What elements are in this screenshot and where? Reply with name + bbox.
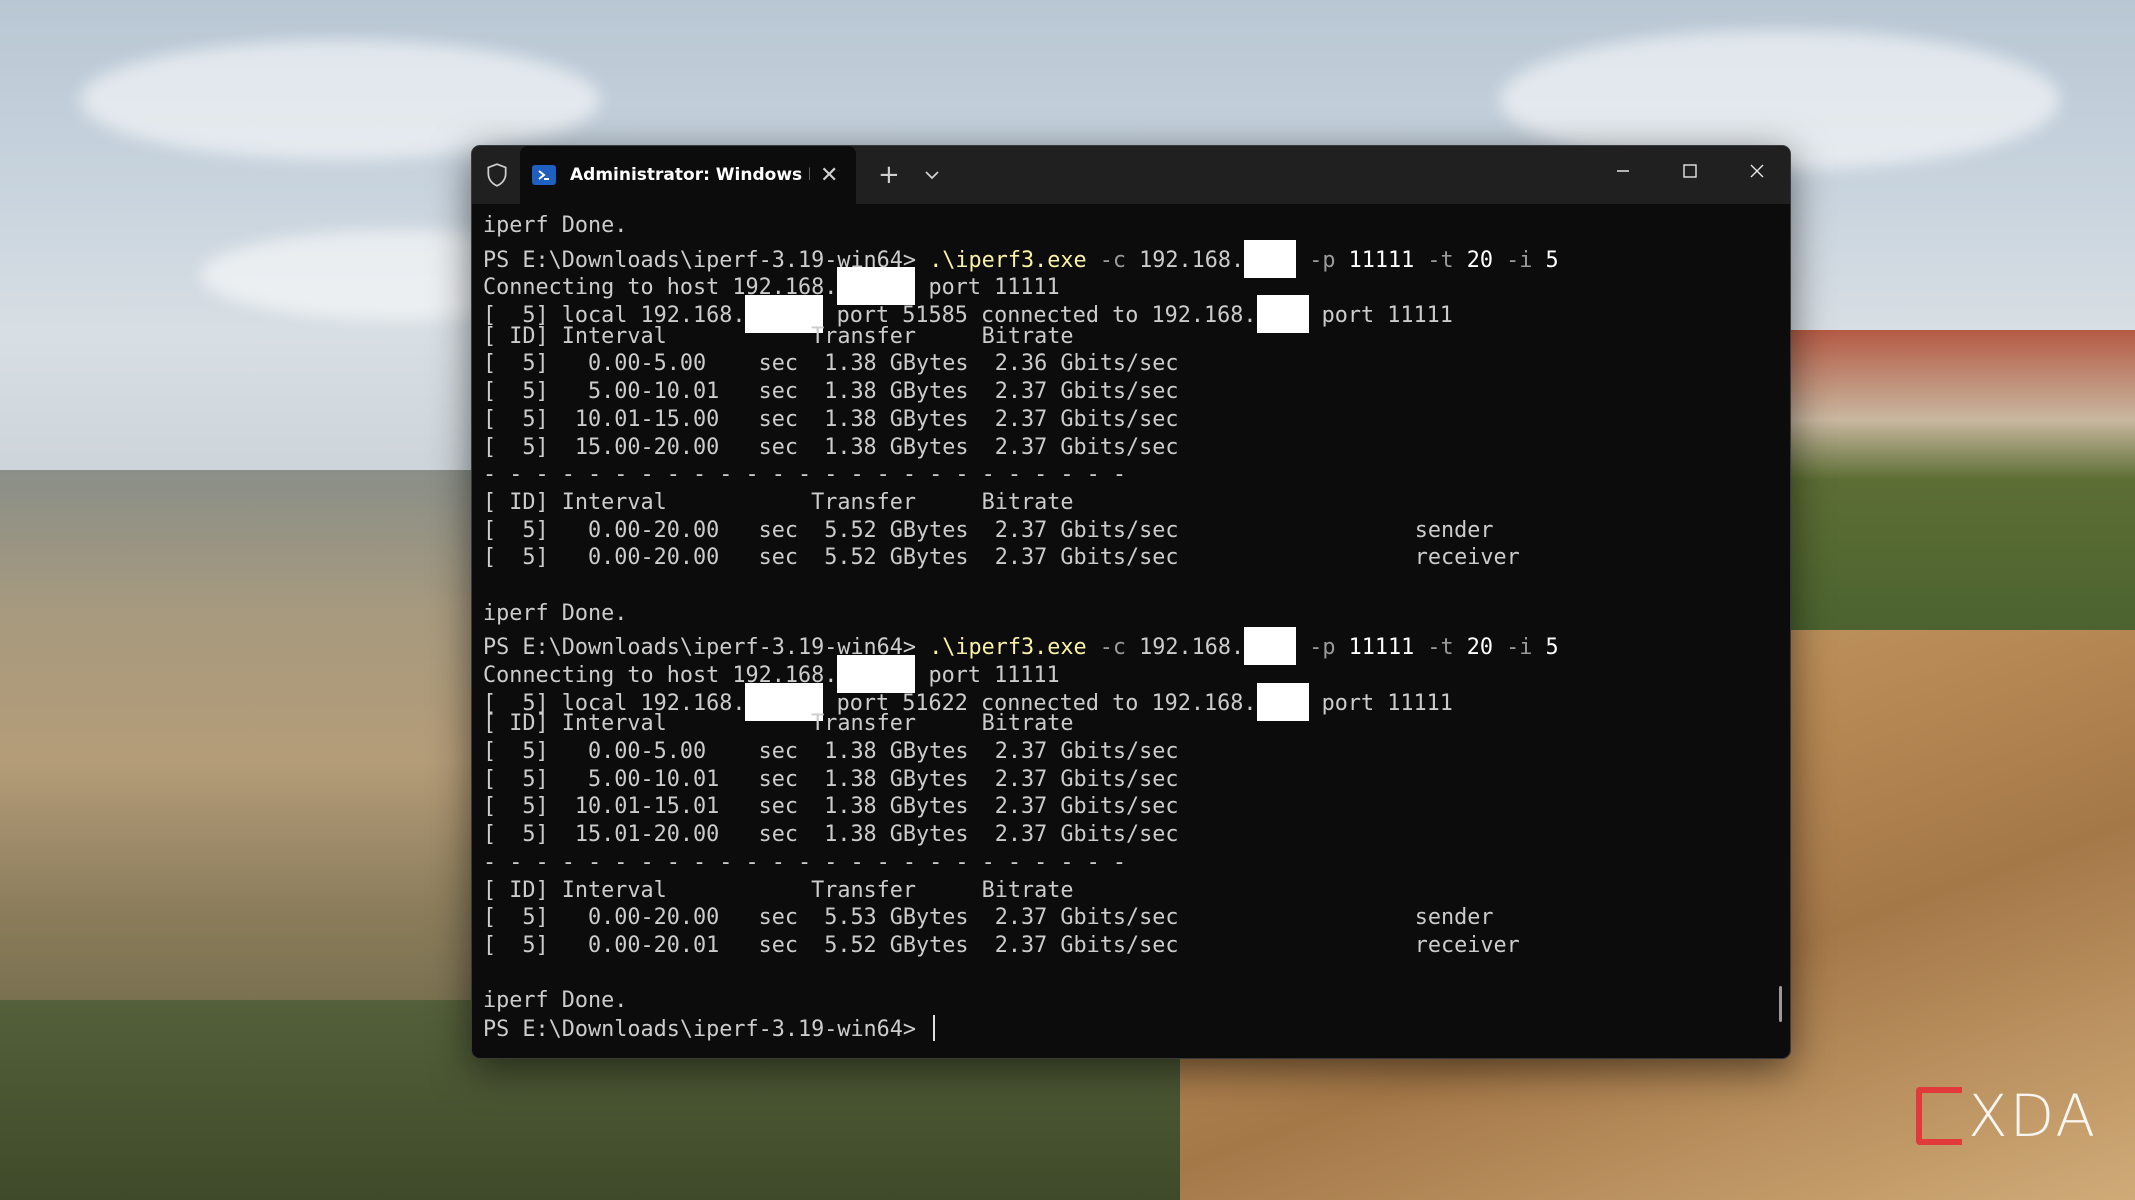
terminal-text: [ 5] 10.01-15.01 sec 1.38 GBytes 2.37 Gb… <box>483 794 1179 820</box>
terminal-line: [ 5] 15.01-20.00 sec 1.38 GBytes 2.37 Gb… <box>483 821 1770 849</box>
terminal-text: -c <box>1086 635 1140 661</box>
chevron-down-icon[interactable] <box>924 170 940 180</box>
terminal-line: [ 5] 0.00-20.00 sec 5.53 GBytes 2.37 Gbi… <box>483 904 1770 932</box>
minimize-button[interactable] <box>1589 146 1656 196</box>
terminal-text: -t <box>1414 247 1467 273</box>
terminal-text: -p <box>1296 247 1349 273</box>
terminal-text: -i <box>1493 635 1546 661</box>
terminal-text: 20 <box>1466 635 1494 661</box>
terminal-line: [ 5] 0.00-5.00 sec 1.38 GBytes 2.36 Gbit… <box>483 350 1770 378</box>
xda-watermark: XDA <box>1915 1082 2097 1150</box>
terminal-text: 192.168. <box>1139 247 1245 273</box>
terminal-text: [ 5] 15.01-20.00 sec 1.38 GBytes 2.37 Gb… <box>483 822 1179 848</box>
terminal-text: iperf Done. <box>483 988 628 1014</box>
redacted-ip-block <box>1256 682 1309 721</box>
terminal-text: [ 5] 0.00-20.01 sec 5.52 GBytes 2.37 Gbi… <box>483 932 1520 958</box>
terminal-line: iperf Done. <box>483 987 1770 1015</box>
terminal-line: [ 5] 0.00-20.00 sec 5.52 GBytes 2.37 Gbi… <box>483 544 1770 572</box>
terminal-text: [ 5] 15.00-20.00 sec 1.38 GBytes 2.37 Gb… <box>483 434 1179 460</box>
terminal-text: 11111 <box>1348 247 1415 273</box>
terminal-line: iperf Done. <box>483 212 1770 240</box>
tab-title: Administrator: Windows Powe <box>570 165 810 185</box>
close-icon <box>1750 164 1763 178</box>
terminal-line: PS E:\Downloads\iperf-3.19-win64> <box>483 1014 1770 1043</box>
terminal-line: [ 5] local 192.168. port 51585 connected… <box>483 295 1770 334</box>
close-window-button[interactable] <box>1723 146 1790 196</box>
terminal-text: -p <box>1296 635 1349 661</box>
terminal-line: [ ID] Interval Transfer Bitrate <box>483 489 1770 517</box>
tab-powershell[interactable]: Administrator: Windows Powe ✕ <box>520 146 856 204</box>
terminal-line: PS E:\Downloads\iperf-3.19-win64> .\iper… <box>483 627 1770 666</box>
terminal-window: Administrator: Windows Powe ✕ + iperf Do… <box>471 145 1791 1059</box>
terminal-text: [ ID] Interval Transfer Bitrate <box>483 877 1074 903</box>
terminal-text: [ ID] Interval Transfer Bitrate <box>483 323 1074 349</box>
terminal-line: [ 5] 10.01-15.00 sec 1.38 GBytes 2.37 Gb… <box>483 406 1770 434</box>
wallpaper-village <box>1790 330 2135 630</box>
redacted-ip-block <box>1244 239 1297 278</box>
terminal-line: [ 5] 10.01-15.01 sec 1.38 GBytes 2.37 Gb… <box>483 793 1770 821</box>
terminal-line: - - - - - - - - - - - - - - - - - - - - … <box>483 849 1770 877</box>
title-bar[interactable]: Administrator: Windows Powe ✕ + <box>472 146 1790 204</box>
xda-watermark-text: XDA <box>1967 1082 2097 1150</box>
terminal-text: -c <box>1086 247 1140 273</box>
terminal-text: [ 5] 0.00-20.00 sec 5.52 GBytes 2.37 Gbi… <box>483 517 1494 543</box>
terminal-line: PS E:\Downloads\iperf-3.19-win64> .\iper… <box>483 239 1770 278</box>
terminal-text: [ ID] Interval Transfer Bitrate <box>483 711 1074 737</box>
terminal-line: [ 5] local 192.168. port 51622 connected… <box>483 682 1770 721</box>
terminal-line: iperf Done. <box>483 600 1770 628</box>
redacted-ip-block <box>1256 295 1309 334</box>
terminal-text: -t <box>1414 635 1467 661</box>
xda-logo-icon <box>1915 1087 1962 1145</box>
terminal-text: 192.168. <box>1139 635 1245 661</box>
terminal-text: [ 5] 10.01-15.00 sec 1.38 GBytes 2.37 Gb… <box>483 406 1179 432</box>
terminal-text: - - - - - - - - - - - - - - - - - - - - … <box>483 849 1127 875</box>
terminal-text: port 11111 <box>1308 303 1453 329</box>
terminal-line: [ 5] 0.00-20.00 sec 5.52 GBytes 2.37 Gbi… <box>483 517 1770 545</box>
terminal-text: [ 5] 0.00-20.00 sec 5.53 GBytes 2.37 Gbi… <box>483 905 1494 931</box>
terminal-text: 11111 <box>1348 635 1415 661</box>
terminal-line: [ ID] Interval Transfer Bitrate <box>483 877 1770 905</box>
terminal-text: [ 5] 5.00-10.01 sec 1.38 GBytes 2.37 Gbi… <box>483 766 1179 792</box>
terminal-output[interactable]: iperf Done. PS E:\Downloads\iperf-3.19-wi… <box>483 212 1770 1052</box>
terminal-line: [ 5] 0.00-20.01 sec 5.52 GBytes 2.37 Gbi… <box>483 932 1770 960</box>
tab-close-button[interactable]: ✕ <box>820 163 838 188</box>
window-controls <box>1589 146 1790 204</box>
terminal-line: - - - - - - - - - - - - - - - - - - - - … <box>483 461 1770 489</box>
maximize-button[interactable] <box>1656 146 1723 196</box>
terminal-text: [ 5] 0.00-5.00 sec 1.38 GBytes 2.36 Gbit… <box>483 351 1179 377</box>
terminal-text: [ 5] 0.00-5.00 sec 1.38 GBytes 2.37 Gbit… <box>483 739 1179 765</box>
terminal-text: port 11111 <box>1308 690 1453 716</box>
terminal-line: [ 5] 15.00-20.00 sec 1.38 GBytes 2.37 Gb… <box>483 434 1770 462</box>
terminal-line: [ 5] 5.00-10.01 sec 1.38 GBytes 2.37 Gbi… <box>483 378 1770 406</box>
shield-icon <box>487 163 507 187</box>
minimize-icon <box>1616 170 1629 172</box>
terminal-line: [ 5] 0.00-5.00 sec 1.38 GBytes 2.37 Gbit… <box>483 738 1770 766</box>
wallpaper-cloud <box>80 40 600 160</box>
redacted-ip-block <box>1244 627 1297 666</box>
terminal-line: [ 5] 5.00-10.01 sec 1.38 GBytes 2.37 Gbi… <box>483 766 1770 794</box>
scrollbar[interactable] <box>1779 986 1782 1022</box>
terminal-text: [ ID] Interval Transfer Bitrate <box>483 489 1074 515</box>
terminal-text: [ 5] 0.00-20.00 sec 5.52 GBytes 2.37 Gbi… <box>483 545 1520 571</box>
terminal-text: iperf Done. <box>483 600 628 626</box>
terminal-text: [ 5] 5.00-10.01 sec 1.38 GBytes 2.37 Gbi… <box>483 379 1179 405</box>
terminal-text: PS E:\Downloads\iperf-3.19-win64> <box>483 1016 930 1042</box>
terminal-text: 5 <box>1545 247 1559 273</box>
terminal-text: iperf Done. <box>483 213 628 238</box>
powershell-icon <box>532 165 556 185</box>
terminal-text: - - - - - - - - - - - - - - - - - - - - … <box>483 462 1127 488</box>
terminal-text: 5 <box>1545 635 1559 661</box>
new-tab-button[interactable]: + <box>878 160 900 190</box>
maximize-icon <box>1682 164 1697 178</box>
terminal-text: -i <box>1493 247 1546 273</box>
text-cursor <box>933 1014 936 1041</box>
terminal-text: 20 <box>1466 247 1494 273</box>
